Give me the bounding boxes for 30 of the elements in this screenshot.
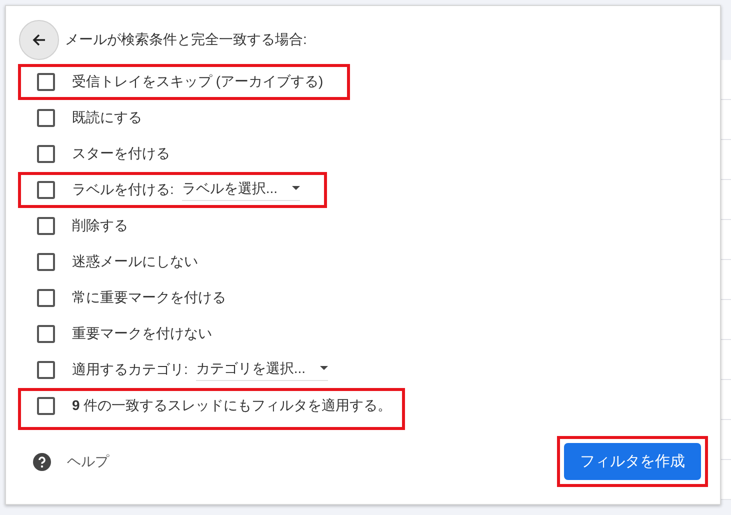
checkbox[interactable] — [37, 289, 55, 307]
checkbox[interactable] — [37, 181, 55, 199]
dropdown[interactable]: ラベルを選択... — [182, 180, 300, 200]
option-label: ラベルを付ける: — [72, 181, 174, 199]
checkbox[interactable] — [37, 109, 55, 127]
checkbox[interactable] — [37, 217, 55, 235]
option-label: 常に重要マークを付ける — [72, 289, 226, 307]
option-label: 迷惑メールにしない — [72, 253, 198, 271]
caret-icon — [292, 186, 300, 191]
help-icon[interactable] — [33, 452, 51, 470]
option-label: スターを付ける — [72, 145, 170, 163]
option-label: 既読にする — [72, 109, 142, 127]
back-button[interactable] — [19, 20, 59, 60]
checkbox[interactable] — [37, 361, 55, 379]
checkbox[interactable] — [37, 253, 55, 271]
option-label: 適用するカテゴリ: — [72, 361, 188, 379]
option-label: 削除する — [72, 217, 128, 235]
help-link[interactable]: ヘルプ — [67, 452, 109, 470]
dropdown[interactable]: カテゴリを選択... — [196, 360, 328, 380]
create-filter-button[interactable]: フィルタを作成 — [564, 443, 701, 480]
option-label: 9 件の一致するスレッドにもフィルタを適用する。 — [72, 397, 392, 415]
checkbox[interactable] — [37, 145, 55, 163]
option-label: 重要マークを付けない — [72, 325, 212, 343]
back-arrow-icon — [31, 32, 47, 48]
checkbox[interactable] — [37, 325, 55, 343]
checkbox[interactable] — [37, 397, 55, 415]
option-label: 受信トレイをスキップ (アーカイブする) — [72, 73, 324, 91]
dialog-title: メールが検索条件と完全一致する場合: — [65, 31, 307, 49]
caret-icon — [320, 366, 328, 371]
checkbox[interactable] — [37, 73, 55, 91]
